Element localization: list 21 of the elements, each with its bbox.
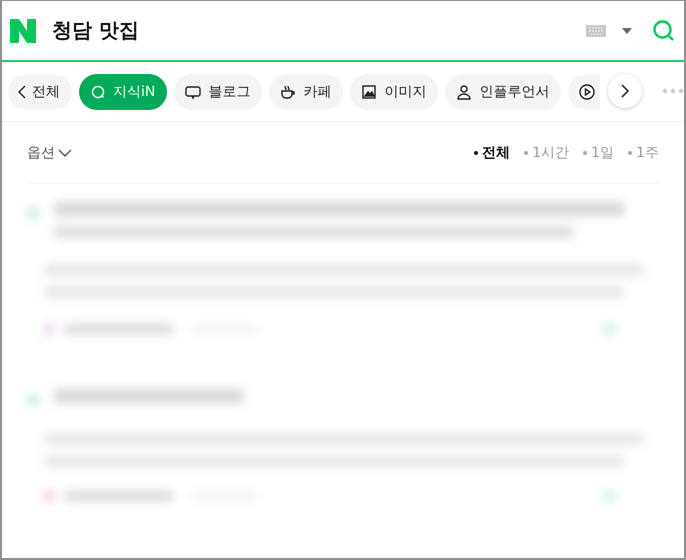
play-icon xyxy=(578,82,596,101)
time-filter[interactable]: 전체 xyxy=(474,144,510,162)
category-tab[interactable]: 인플루언서 xyxy=(445,74,562,110)
search-field[interactable]: 청담 맛집 xyxy=(52,17,586,44)
chevron-down-icon xyxy=(58,148,72,157)
image-icon xyxy=(360,82,378,101)
keyboard-icon[interactable] xyxy=(586,24,606,37)
category-tab[interactable] xyxy=(568,74,600,110)
chevron-left-icon xyxy=(18,84,26,99)
category-tab[interactable]: 이미지 xyxy=(350,74,438,110)
dropdown-caret-icon[interactable] xyxy=(622,28,632,34)
category-tab[interactable]: 카페 xyxy=(269,74,344,110)
person-icon xyxy=(455,82,474,101)
next-button[interactable] xyxy=(608,74,642,108)
logo-icon[interactable] xyxy=(10,18,36,43)
category-tab[interactable]: 전체 xyxy=(8,74,72,110)
chevron-right-icon xyxy=(620,84,630,98)
category-tab[interactable]: 블로그 xyxy=(174,74,262,110)
search-icon[interactable] xyxy=(652,18,676,43)
options-dropdown[interactable]: 옵션 xyxy=(27,144,72,162)
more-icon[interactable] xyxy=(662,88,684,94)
